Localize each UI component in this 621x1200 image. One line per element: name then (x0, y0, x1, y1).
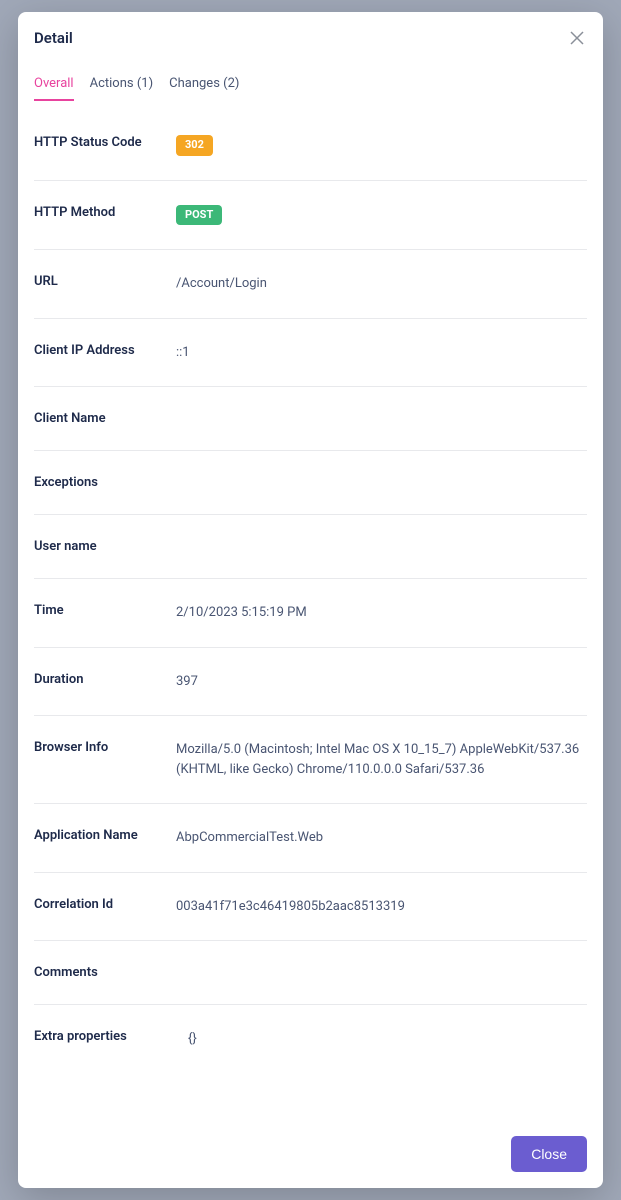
field-label: Correlation Id (34, 897, 176, 912)
field-value: POST (176, 205, 587, 226)
field-value: 302 (176, 135, 587, 156)
field-url: URL /Account/Login (34, 250, 587, 319)
modal-footer: Close (34, 1122, 587, 1172)
field-application-name: Application Name AbpCommercialTest.Web (34, 804, 587, 873)
detail-modal: Detail Overall Actions (1) Changes (2) H… (18, 12, 603, 1188)
field-value: /Account/Login (176, 274, 587, 294)
content: HTTP Status Code 302 HTTP Method POST UR… (34, 107, 587, 1122)
field-label: HTTP Status Code (34, 135, 176, 150)
field-value: {} (176, 1029, 587, 1049)
field-value: AbpCommercialTest.Web (176, 828, 587, 848)
close-button[interactable]: Close (511, 1136, 587, 1172)
field-comments: Comments (34, 941, 587, 1005)
field-time: Time 2/10/2023 5:15:19 PM (34, 579, 587, 648)
field-http-status-code: HTTP Status Code 302 (34, 107, 587, 181)
field-label: HTTP Method (34, 205, 176, 220)
method-badge: POST (176, 205, 222, 226)
field-label: Application Name (34, 828, 176, 843)
field-value: 003a41f71e3c46419805b2aac8513319 (176, 897, 587, 917)
field-label: User name (34, 539, 176, 554)
field-client-name: Client Name (34, 387, 587, 451)
field-label: Browser Info (34, 740, 176, 755)
field-value: 397 (176, 672, 587, 692)
field-label: Duration (34, 672, 176, 687)
field-browser-info: Browser Info Mozilla/5.0 (Macintosh; Int… (34, 716, 587, 804)
field-client-ip: Client IP Address ::1 (34, 319, 587, 388)
field-label: URL (34, 274, 176, 289)
tab-actions[interactable]: Actions (1) (90, 76, 154, 99)
field-duration: Duration 397 (34, 648, 587, 717)
tab-changes[interactable]: Changes (2) (169, 76, 239, 99)
field-label: Client Name (34, 411, 176, 426)
tab-overall[interactable]: Overall (34, 76, 74, 99)
field-label: Exceptions (34, 475, 176, 490)
status-badge: 302 (176, 135, 213, 156)
modal-header: Detail (34, 28, 587, 64)
field-http-method: HTTP Method POST (34, 181, 587, 251)
field-extra-properties: Extra properties {} (34, 1005, 587, 1073)
field-correlation-id: Correlation Id 003a41f71e3c46419805b2aac… (34, 873, 587, 942)
field-value: Mozilla/5.0 (Macintosh; Intel Mac OS X 1… (176, 740, 587, 779)
close-icon[interactable] (567, 28, 587, 48)
field-value: 2/10/2023 5:15:19 PM (176, 603, 587, 623)
modal-title: Detail (34, 29, 73, 47)
field-user-name: User name (34, 515, 587, 579)
field-value: ::1 (176, 343, 587, 363)
field-exceptions: Exceptions (34, 451, 587, 515)
field-label: Time (34, 603, 176, 618)
field-label: Comments (34, 965, 176, 980)
tabs: Overall Actions (1) Changes (2) (34, 64, 587, 107)
field-label: Extra properties (34, 1029, 176, 1044)
field-label: Client IP Address (34, 343, 176, 358)
